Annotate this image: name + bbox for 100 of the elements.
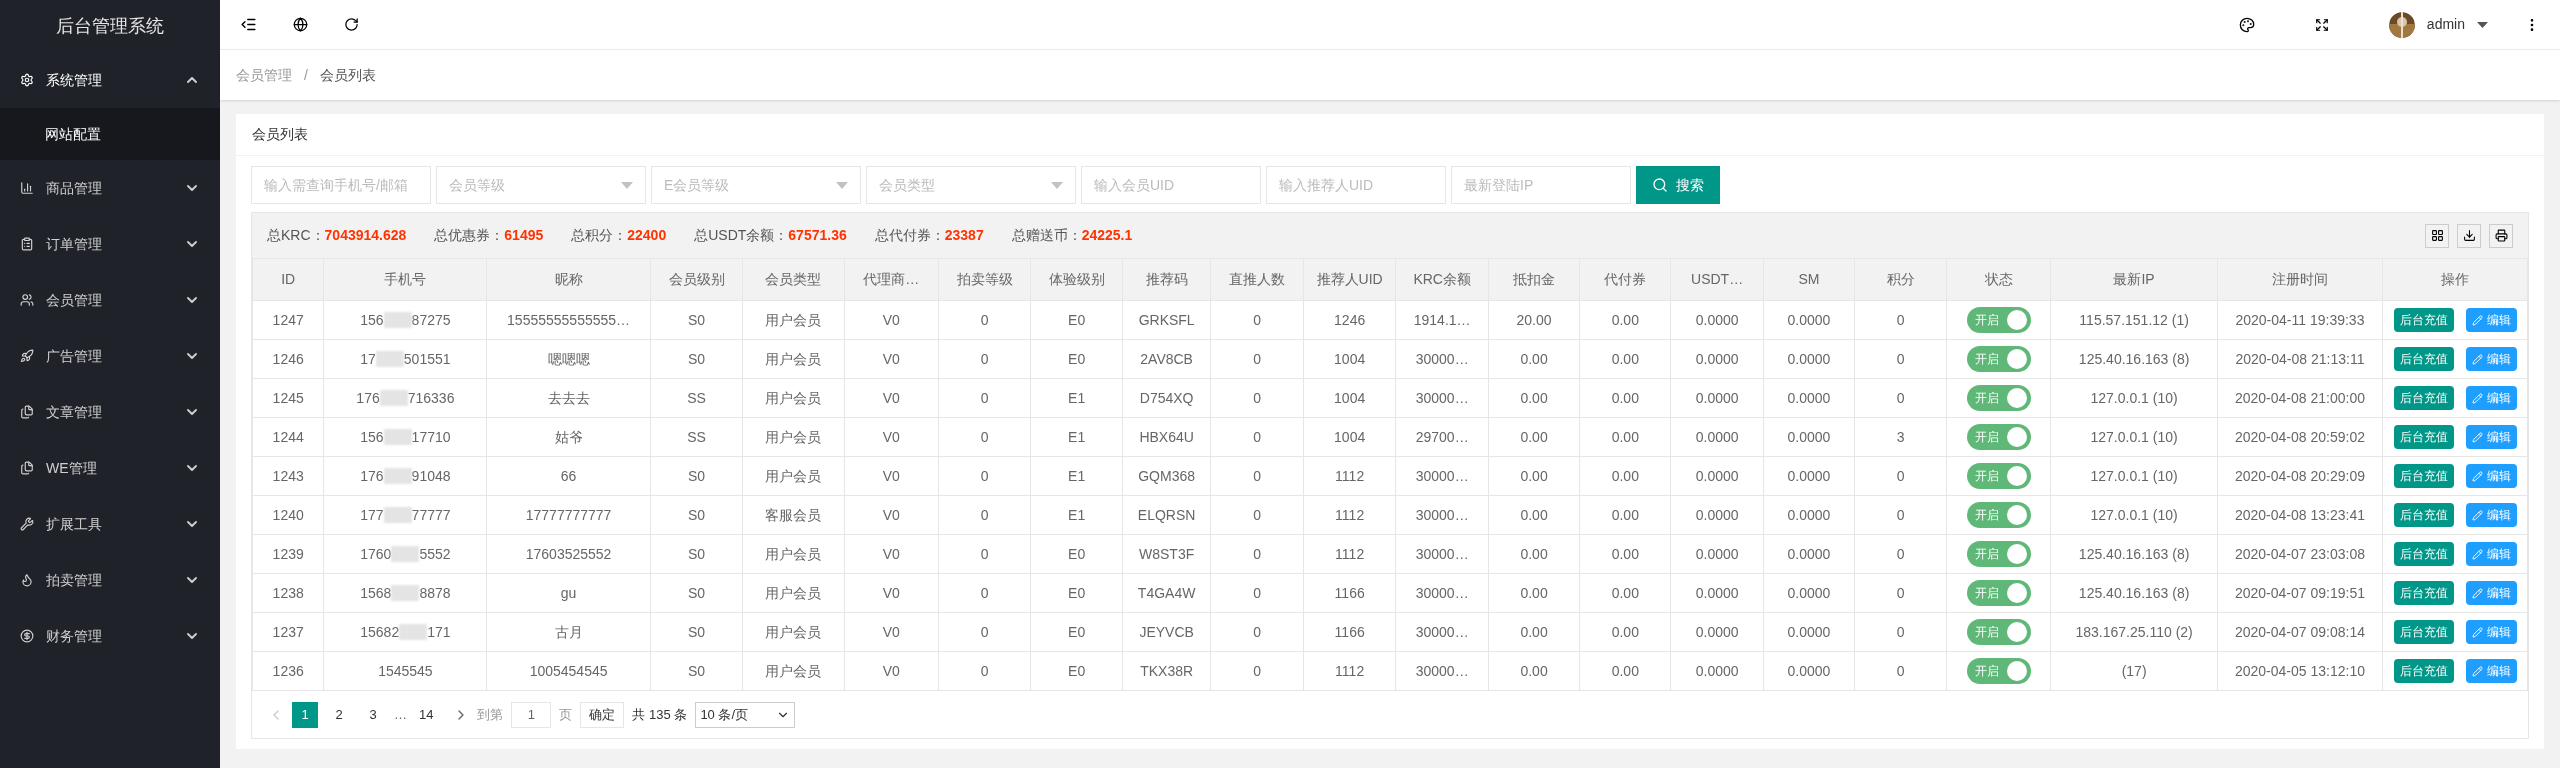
edit-button[interactable]: 编辑 <box>2465 620 2517 644</box>
bar-chart-icon <box>20 181 34 195</box>
sidebar-item[interactable]: 订单管理 <box>0 216 220 272</box>
table-cell: T4GA4W <box>1122 573 1211 613</box>
edit-button[interactable]: 编辑 <box>2465 425 2517 449</box>
coin-icon <box>20 629 34 643</box>
table-cell: 1243 <box>252 456 324 496</box>
table-cell: 0.00 <box>1488 651 1580 691</box>
input-field[interactable]: 输入推荐人UID <box>1266 166 1446 204</box>
status-toggle[interactable]: 开启 <box>1966 619 2031 645</box>
page-button[interactable]: 14 <box>415 701 438 728</box>
recharge-button[interactable]: 后台充值 <box>2393 620 2454 644</box>
phone-text: 1568 <box>360 583 392 603</box>
edit-button[interactable]: 编辑 <box>2465 347 2517 371</box>
phone-text: 17 <box>360 349 376 369</box>
table-cell: 30000… <box>1395 612 1489 652</box>
edit-button[interactable]: 编辑 <box>2465 308 2517 332</box>
palette-icon[interactable] <box>2238 16 2255 33</box>
refresh-icon[interactable] <box>344 17 359 32</box>
status-toggle[interactable]: 开启 <box>1966 307 2031 333</box>
page-button[interactable]: 3 <box>360 701 386 728</box>
page-button[interactable]: 1 <box>292 701 318 728</box>
sidebar-item[interactable]: WE管理 <box>0 440 220 496</box>
phone-text: 5552 <box>419 544 451 564</box>
table-cell: 127.0.0.1 (10) <box>2051 495 2218 535</box>
table-cell: V0 <box>844 651 939 691</box>
phone-text: 17710 <box>411 427 451 447</box>
caret-down-icon <box>1051 181 1063 189</box>
status-toggle[interactable]: 开启 <box>1966 424 2031 450</box>
recharge-button[interactable]: 后台充值 <box>2393 581 2454 605</box>
phone-text: 716336 <box>407 388 455 408</box>
recharge-button[interactable]: 后台充值 <box>2393 659 2454 683</box>
table-cell: 古月 <box>486 612 651 652</box>
table-cell: 0 <box>1210 573 1304 613</box>
status-toggle[interactable]: 开启 <box>1966 580 2031 606</box>
status-toggle[interactable]: 开启 <box>1966 541 2031 567</box>
table-cell: 2020-04-08 21:00:00 <box>2217 378 2383 418</box>
page-input[interactable]: 1 <box>511 701 552 728</box>
toggle-knob <box>2006 622 2027 642</box>
table-cell: 2020-04-07 09:08:14 <box>2217 612 2383 652</box>
edit-button[interactable]: 编辑 <box>2465 542 2517 566</box>
table-cell: E0 <box>1030 651 1123 691</box>
table-cell: 30000… <box>1395 573 1489 613</box>
sidebar-item[interactable]: 文章管理 <box>0 384 220 440</box>
status-toggle[interactable]: 开启 <box>1966 346 2031 372</box>
sidebar-item[interactable]: 广告管理 <box>0 328 220 384</box>
sidebar-item[interactable]: 财务管理 <box>0 608 220 664</box>
columns-button[interactable] <box>2425 223 2449 248</box>
table-cell: 0.00 <box>1579 456 1671 496</box>
status-toggle[interactable]: 开启 <box>1966 502 2031 528</box>
recharge-button[interactable]: 后台充值 <box>2393 308 2454 332</box>
input-field[interactable]: 输入需查询手机号/邮箱 <box>251 166 431 204</box>
recharge-button[interactable]: 后台充值 <box>2393 464 2454 488</box>
recharge-button[interactable]: 后台充值 <box>2393 386 2454 410</box>
sidebar-item[interactable]: 扩展工具 <box>0 496 220 552</box>
page-ellipsis: … <box>394 705 407 724</box>
sidebar-item[interactable]: 拍卖管理 <box>0 552 220 608</box>
menu-icon[interactable] <box>240 16 257 33</box>
page-size-select[interactable]: 10 条/页 <box>695 701 796 728</box>
input-field[interactable]: 最新登陆IP <box>1451 166 1631 204</box>
page-button[interactable]: 2 <box>326 701 352 728</box>
pencil-icon <box>2471 626 2483 638</box>
wrench-icon <box>20 517 34 531</box>
recharge-button[interactable]: 后台充值 <box>2393 425 2454 449</box>
edit-button[interactable]: 编辑 <box>2465 503 2517 527</box>
recharge-button[interactable]: 后台充值 <box>2393 542 2454 566</box>
username[interactable]: admin <box>2426 14 2465 35</box>
search-button[interactable]: 搜索 <box>1636 166 1720 204</box>
edit-button[interactable]: 编辑 <box>2465 464 2517 488</box>
recharge-button[interactable]: 后台充值 <box>2393 347 2454 371</box>
status-toggle[interactable]: 开启 <box>1966 463 2031 489</box>
sidebar-subitem[interactable]: 网站配置 <box>0 108 220 160</box>
select-field[interactable]: 会员类型 <box>866 166 1076 204</box>
sidebar-item[interactable]: 会员管理 <box>0 272 220 328</box>
select-field[interactable]: E会员等级 <box>651 166 861 204</box>
input-field[interactable]: 输入会员UID <box>1081 166 1261 204</box>
edit-button[interactable]: 编辑 <box>2465 386 2517 410</box>
globe-icon[interactable] <box>293 17 308 32</box>
print-button[interactable] <box>2489 223 2513 248</box>
edit-button[interactable]: 编辑 <box>2465 659 2517 683</box>
table-cell: 0.0000 <box>1670 495 1764 535</box>
edit-button[interactable]: 编辑 <box>2465 581 2517 605</box>
sidebar-item[interactable]: 商品管理 <box>0 160 220 216</box>
status-toggle[interactable]: 开启 <box>1966 658 2031 684</box>
toggle-knob <box>2006 349 2027 369</box>
table-cell: 1236 <box>252 651 324 691</box>
sidebar-item[interactable]: 系统管理 <box>0 52 220 108</box>
fullscreen-icon[interactable] <box>2314 17 2329 32</box>
confirm-button[interactable]: 确定 <box>580 701 625 728</box>
breadcrumb-item[interactable]: 会员管理 <box>236 64 292 86</box>
export-button[interactable] <box>2457 223 2481 248</box>
table-cell: 1245 <box>252 378 324 418</box>
column-header: 体验级别 <box>1030 258 1123 301</box>
select-field[interactable]: 会员等级 <box>436 166 646 204</box>
status-toggle[interactable]: 开启 <box>1966 385 2031 411</box>
table-cell: V0 <box>844 495 939 535</box>
table-cell: ELQRSN <box>1122 495 1211 535</box>
table-cell: 0.00 <box>1488 378 1580 418</box>
recharge-button[interactable]: 后台充值 <box>2393 503 2454 527</box>
table-cell: 0 <box>938 534 1031 574</box>
